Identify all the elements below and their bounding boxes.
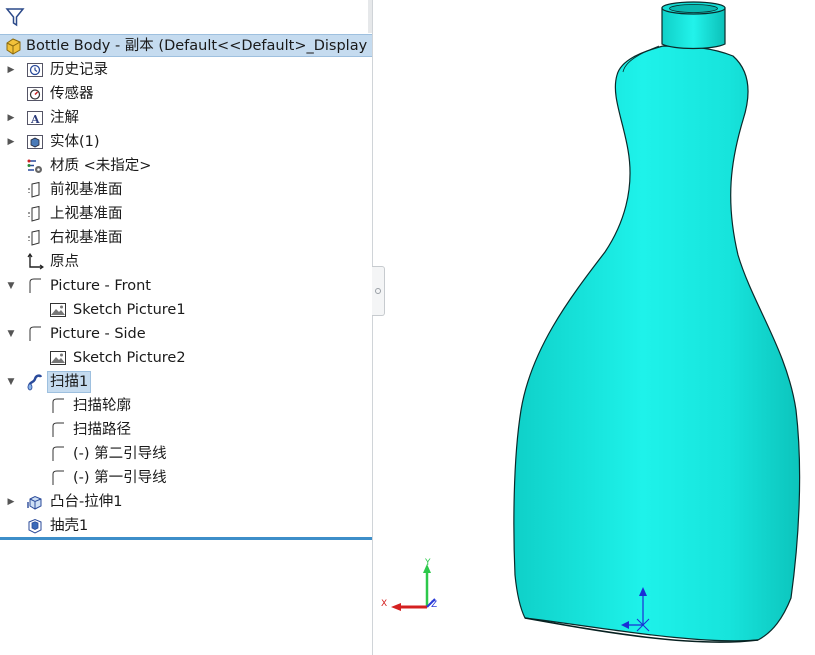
tree-item-label: (-) 第二引导线 [73,446,167,462]
graphics-viewport[interactable]: Y X Z [373,0,815,655]
tree-item[interactable]: ▶ A 注解 [0,106,372,130]
material-icon [26,157,44,175]
sketch-icon [49,469,67,487]
tree-item-label: 材质 <未指定> [50,158,152,174]
tree-item[interactable]: 抽壳1 [0,514,372,538]
tree-item-label: 右视基准面 [50,230,123,246]
tree-item[interactable]: ▼ Picture - Front [0,274,372,298]
tree-item[interactable]: 右视基准面 [0,226,372,250]
tree-item[interactable]: ▶ 凸台-拉伸1 [0,490,372,514]
bottle-body-shape [513,45,801,642]
bottle-mouth-inner [669,4,718,13]
tree-item-label: 扫描轮廓 [73,398,131,414]
tree-item-label: 上视基准面 [50,206,123,222]
tree-item-label: 抽壳1 [50,518,89,534]
tree-item-label: Sketch Picture1 [73,302,186,318]
feature-manager-tree: Bottle Body - 副本 (Default<<Default>_Disp… [0,0,373,655]
expand-caret-icon[interactable]: ▶ [6,113,16,123]
plane-icon [26,229,44,247]
tree-item[interactable]: Sketch Picture2 [0,346,372,370]
tree-item[interactable]: 上视基准面 [0,202,372,226]
tree-item[interactable]: 扫描路径 [0,418,372,442]
tree-item-label: 扫描1 [47,371,92,393]
collapse-caret-icon[interactable]: ▼ [6,281,16,291]
tree-item[interactable]: 前视基准面 [0,178,372,202]
tree-item-label: 历史记录 [50,62,108,78]
sketch-icon [26,277,44,295]
tree-item-label: 注解 [50,110,79,126]
filter-icon[interactable] [5,6,25,28]
tree-root-label: Bottle Body - 副本 (Default<<Default>_Disp… [26,38,372,54]
tree-item-label: Sketch Picture2 [73,350,186,366]
part-icon [4,37,23,55]
plane-icon [26,205,44,223]
tree-item[interactable]: ▶ 实体(1) [0,130,372,154]
tree-root-part[interactable]: Bottle Body - 副本 (Default<<Default>_Disp… [0,34,372,57]
panel-splitter[interactable] [368,0,372,33]
sketch-icon [26,325,44,343]
tree-item[interactable]: ▼ Picture - Side [0,322,372,346]
tree-item[interactable]: (-) 第一引导线 [0,466,372,490]
picture-icon [49,349,67,367]
annotation-icon: A [26,109,44,127]
tree-item-label: 原点 [50,254,79,270]
sweep-icon [26,373,44,391]
triad-y-label: Y [424,558,431,568]
triad-z-label: Z [431,600,437,610]
tree-item-label: 前视基准面 [50,182,123,198]
collapse-caret-icon[interactable]: ▼ [6,329,16,339]
bottle-model [513,1,801,643]
view-orientation-triad[interactable]: Y X Z [379,555,439,615]
tree-item[interactable]: ▶ 历史记录 [0,58,372,82]
tree-item[interactable]: 材质 <未指定> [0,154,372,178]
sensor-icon [26,85,44,103]
tree-item-label: 实体(1) [50,134,100,150]
origin-icon [26,252,45,271]
tree-item-label: (-) 第一引导线 [73,470,167,486]
expand-caret-icon[interactable]: ▶ [6,137,16,147]
solid-bodies-icon [26,133,44,151]
tree-item[interactable]: 传感器 [0,82,372,106]
expand-caret-icon[interactable]: ▶ [6,65,16,75]
tree-item-label: Picture - Front [50,278,151,294]
tree-item[interactable]: 原点 [0,250,372,274]
tree-item-label: Picture - Side [50,326,146,342]
tree-item-label: 扫描路径 [73,422,131,438]
picture-icon [49,301,67,319]
svg-text:A: A [30,113,40,126]
extrude-icon [26,493,44,511]
sketch-icon [49,397,67,415]
tree-item-label: 凸台-拉伸1 [50,494,123,510]
sketch-icon [49,445,67,463]
shell-icon [26,517,44,535]
triad-x-label: X [381,599,387,609]
tree-item[interactable]: 扫描轮廓 [0,394,372,418]
plane-icon [26,181,44,199]
rollback-bar[interactable] [0,537,372,540]
sketch-icon [49,421,67,439]
history-icon [26,61,44,79]
tree-item-label: 传感器 [50,86,94,102]
tree-item[interactable]: ▼ 扫描1 [0,370,372,394]
expand-caret-icon[interactable]: ▶ [6,497,16,507]
tree-toolbar [0,0,372,33]
tree-item[interactable]: Sketch Picture1 [0,298,372,322]
collapse-caret-icon[interactable]: ▼ [6,377,16,387]
tree-item[interactable]: (-) 第二引导线 [0,442,372,466]
